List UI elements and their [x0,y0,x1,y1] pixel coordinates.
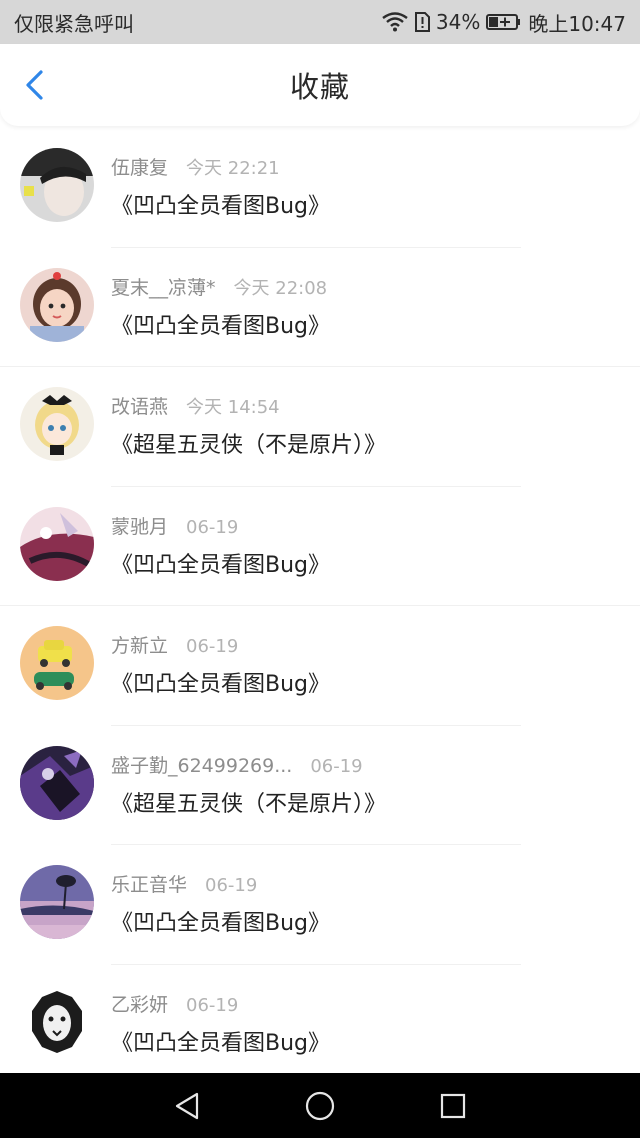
list-item[interactable]: 蒙驰月 06-19 《凹凸全员看图Bug》 [0,487,640,606]
battery-charging-icon [486,13,522,31]
avatar[interactable] [20,984,94,1059]
system-back-button[interactable] [167,1086,207,1126]
wifi-icon [382,12,408,32]
favorite-title[interactable]: 《凹凸全员看图Bug》 [111,905,330,937]
chevron-left-icon [26,70,43,100]
back-button[interactable] [14,64,54,106]
timestamp: 今天 22:08 [233,277,328,299]
triangle-back-icon [175,1092,198,1119]
timestamp: 今天 22:21 [186,158,280,179]
system-home-button[interactable] [300,1086,340,1126]
carrier-text: 仅限紧急呼叫 [14,11,134,36]
avatar[interactable] [20,626,94,700]
username[interactable]: 乐正音华 [111,870,187,897]
list-item[interactable]: 乙彩妍 06-19 《凹凸全员看图Bug》 [0,965,640,1074]
nav-header: 收藏 [0,44,640,126]
list-item[interactable]: 夏末__凉薄* 今天 22:08 《凹凸全员看图Bug》 [0,248,640,367]
list-item[interactable]: 乐正音华 06-19 《凹凸全员看图Bug》 [0,845,640,965]
avatar[interactable] [20,745,94,820]
page-title: 收藏 [289,70,350,104]
avatar[interactable] [20,865,94,939]
favorite-title[interactable]: 《凹凸全员看图Bug》 [111,188,330,220]
username[interactable]: 方新立 [111,631,168,658]
list-item[interactable]: 盛子勤_62499269... 06-19 《超星五灵侠（不是原片）》 [0,726,640,845]
avatar[interactable] [20,148,94,222]
square-recents-icon [441,1093,466,1118]
favorite-title[interactable]: 《凹凸全员看图Bug》 [111,1025,330,1057]
username[interactable]: 蒙驰月 [111,512,168,539]
system-recents-button[interactable] [433,1086,473,1126]
status-bar: 仅限紧急呼叫 34% 晚上10:47 [0,0,640,44]
system-nav-bar [0,1073,640,1138]
favorite-title[interactable]: 《超星五灵侠（不是原片）》 [111,427,386,459]
avatar[interactable] [20,267,94,342]
list-item[interactable]: 改语燕 今天 14:54 《超星五灵侠（不是原片）》 [0,367,640,487]
timestamp: 06-19 [186,516,239,538]
list-item[interactable]: 方新立 06-19 《凹凸全员看图Bug》 [0,606,640,726]
username[interactable]: 夏末__凉薄* [111,273,216,300]
list-item[interactable]: 伍康复 今天 22:21 《凹凸全员看图Bug》 [0,128,640,248]
avatar[interactable] [20,506,94,581]
username[interactable]: 改语燕 [111,392,168,419]
circle-home-icon [305,1091,335,1120]
favorite-title[interactable]: 《凹凸全员看图Bug》 [111,547,330,579]
username[interactable]: 盛子勤_62499269... [111,751,292,778]
battery-percent: 34% [435,10,481,34]
avatar[interactable] [20,387,94,461]
username[interactable]: 伍康复 [111,153,168,180]
timestamp: 06-19 [310,755,363,777]
sim-alert-icon [414,12,430,32]
timestamp: 今天 14:54 [186,397,280,418]
username[interactable]: 乙彩妍 [111,990,168,1017]
clock-text: 晚上10:47 [528,11,626,36]
timestamp: 06-19 [186,636,239,657]
timestamp: 06-19 [205,875,258,896]
favorite-title[interactable]: 《凹凸全员看图Bug》 [111,666,330,698]
favorite-title[interactable]: 《凹凸全员看图Bug》 [111,308,330,340]
favorites-list: 伍康复 今天 22:21 《凹凸全员看图Bug》 夏末__凉薄* 今天 22:0… [0,128,640,1073]
favorite-title[interactable]: 《超星五灵侠（不是原片）》 [111,786,386,818]
timestamp: 06-19 [186,994,239,1016]
